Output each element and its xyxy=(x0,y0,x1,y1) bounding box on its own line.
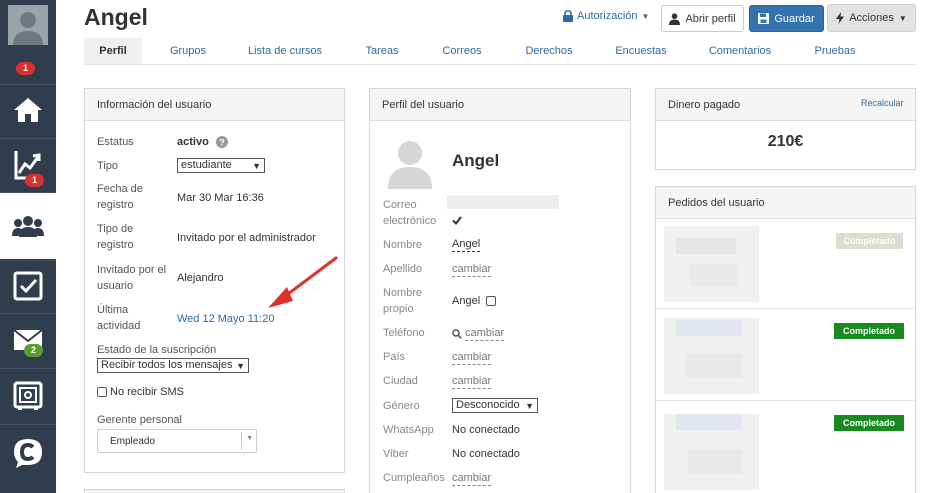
annotation-arrow-icon xyxy=(268,256,338,308)
